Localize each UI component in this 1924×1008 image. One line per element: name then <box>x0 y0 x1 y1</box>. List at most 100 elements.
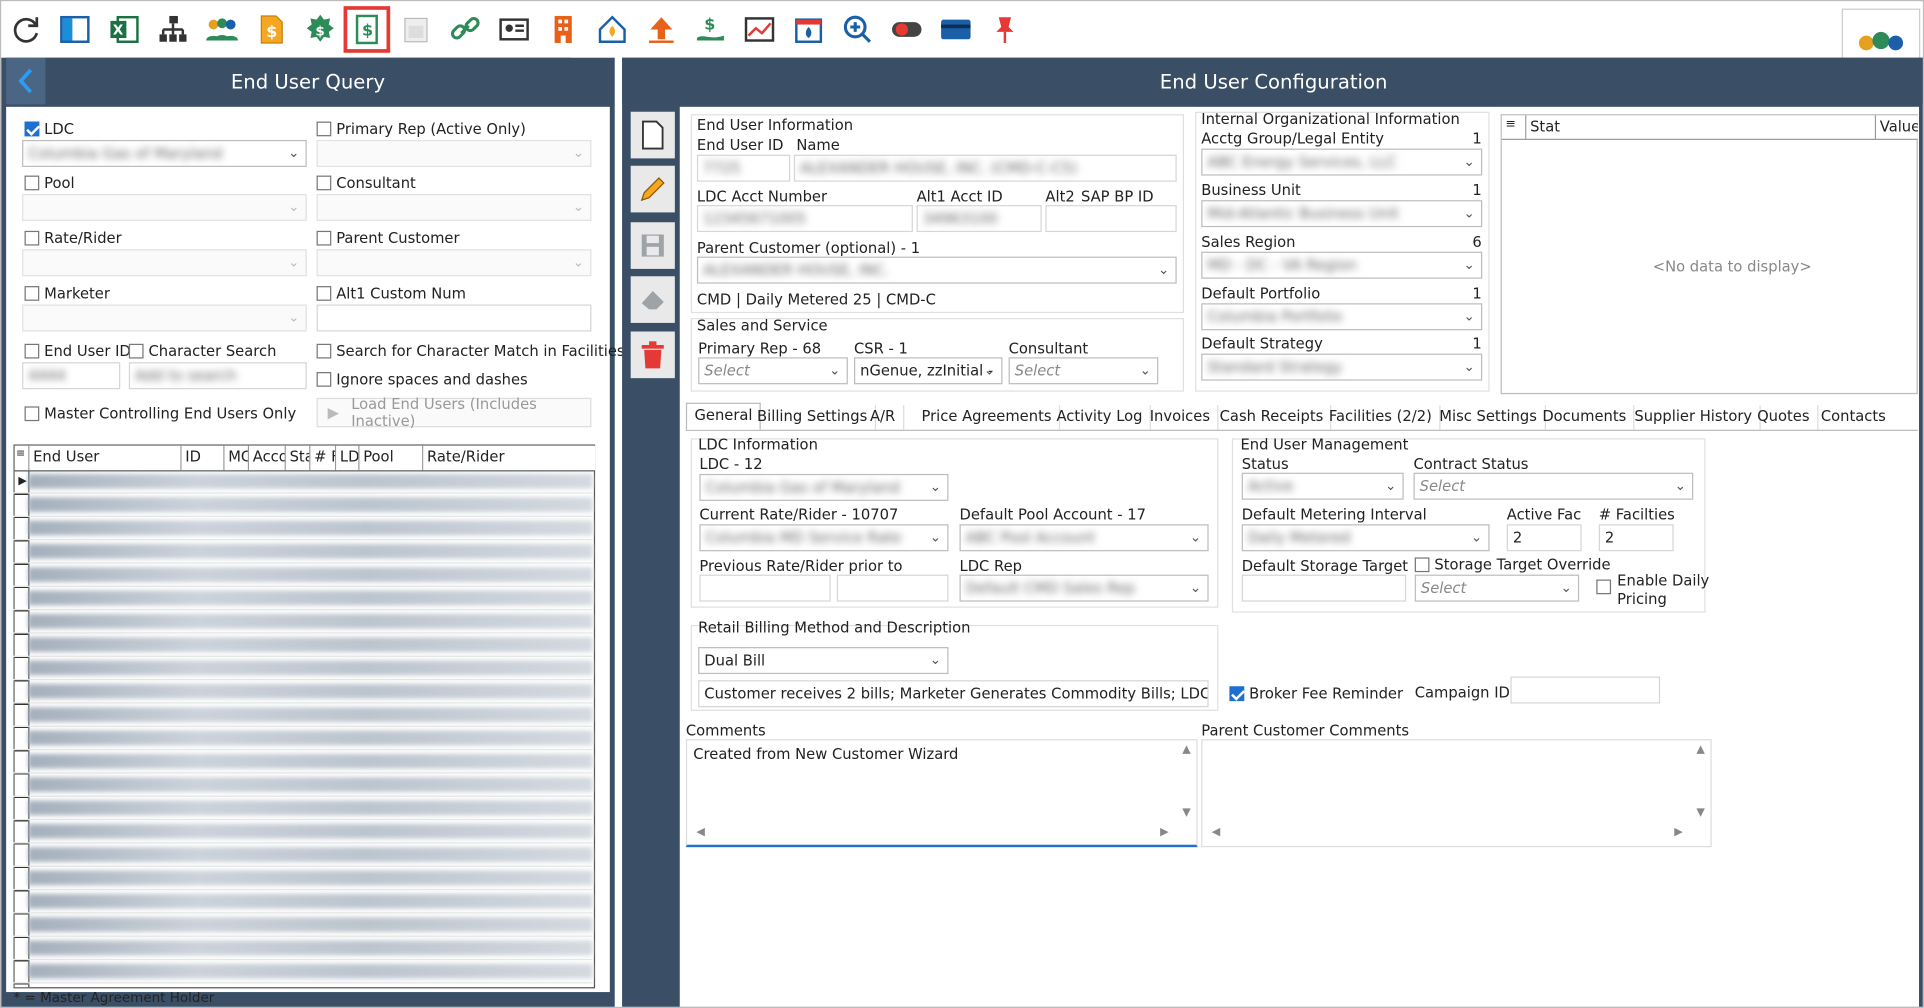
enable-daily-checkbox[interactable] <box>1596 579 1616 595</box>
load-end-users-button[interactable]: ▶ Load End Users (Includes Inactive) <box>316 395 592 430</box>
tab-billing-settings[interactable]: Billing Settings <box>750 405 876 430</box>
home-gas-icon[interactable] <box>594 11 631 48</box>
pin-icon[interactable] <box>987 11 1024 48</box>
tab-facilities[interactable]: Facilities (2/2) <box>1321 405 1441 430</box>
hierarchy-icon[interactable] <box>155 11 192 48</box>
comments-textarea[interactable]: Created from New Customer Wizard ▲ ▼ ◀ ▶ <box>685 739 1198 848</box>
table-row[interactable] <box>13 540 593 564</box>
col-facilities[interactable]: # F <box>310 445 337 471</box>
rate-rider-select[interactable]: ⌄ <box>22 249 307 277</box>
table-row[interactable] <box>13 517 593 541</box>
table-row[interactable] <box>13 774 593 797</box>
end-user-id-field[interactable]: 7725 <box>696 154 791 182</box>
name-field[interactable]: ALEXANDER HOUSE, INC. (CMD-C-C5) <box>793 154 1177 182</box>
facilities-count-field[interactable]: 2 <box>1598 524 1674 552</box>
col-end-user[interactable]: End User <box>29 445 182 471</box>
parent-customer-select[interactable]: ⌄ <box>316 249 592 277</box>
dollar-badge-icon[interactable]: $ <box>302 11 339 48</box>
parent-customer-checkbox[interactable]: Parent Customer <box>316 230 460 247</box>
table-row[interactable] <box>13 704 593 727</box>
ldc-rep-select[interactable]: Default CMD Sales Rep ⌄ <box>959 574 1209 602</box>
acctg-group-select[interactable]: ABC Energy Services, LLC ⌄ <box>1201 148 1483 176</box>
alt1-custom-checkbox[interactable]: Alt1 Custom Num <box>316 285 466 302</box>
table-row[interactable] <box>13 470 593 494</box>
ignore-spaces-checkbox[interactable]: Ignore spaces and dashes <box>316 371 528 388</box>
col-rate-rider[interactable]: Rate/Rider <box>423 445 596 471</box>
default-strategy-select[interactable]: Standard Strategy ⌄ <box>1201 353 1483 381</box>
storage-override-select[interactable]: Select ⌄ <box>1414 574 1580 602</box>
tab-price-agreements[interactable]: Price Agreements <box>914 405 1061 430</box>
grid-menu-icon[interactable]: ≡ <box>14 445 30 471</box>
storage-override-checkbox[interactable]: Storage Target Override <box>1414 556 1611 573</box>
scroll-up-icon[interactable]: ▲ <box>1178 744 1195 756</box>
previous-rate-date-field[interactable] <box>836 574 949 602</box>
character-search-checkbox[interactable]: Character Search <box>128 343 276 360</box>
col-mc[interactable]: MC <box>224 445 250 471</box>
money-hand-icon[interactable]: $ <box>692 11 729 48</box>
end-user-id-input[interactable]: 4444 <box>22 362 121 390</box>
ldc-select[interactable]: Columbia Gas of Maryland ⌄ <box>22 139 307 167</box>
toggle-icon[interactable] <box>888 11 925 48</box>
default-storage-field[interactable] <box>1241 574 1407 602</box>
col-id[interactable]: ID <box>181 445 225 471</box>
table-row[interactable] <box>13 960 593 984</box>
tab-activity-log[interactable]: Activity Log <box>1049 405 1152 430</box>
current-rate-select[interactable]: Columbia MD Service Rate ⌄ <box>699 524 949 552</box>
consultant-select[interactable]: ⌄ <box>316 193 592 222</box>
stat-grid-menu-icon[interactable]: ≡ <box>1501 115 1527 140</box>
table-row[interactable] <box>13 937 593 961</box>
new-document-icon[interactable] <box>630 111 675 159</box>
table-row[interactable] <box>13 843 593 867</box>
broker-fee-checkbox[interactable]: Broker Fee Reminder <box>1229 685 1403 702</box>
primary-rep-checkbox[interactable]: Primary Rep (Active Only) <box>316 120 526 138</box>
business-unit-select[interactable]: Mid-Atlantic Business Unit ⌄ <box>1201 200 1483 228</box>
alt1-custom-input[interactable] <box>316 304 592 332</box>
scroll-right-icon[interactable]: ▶ <box>1670 826 1687 838</box>
credit-card-icon[interactable] <box>937 11 974 48</box>
default-metering-select[interactable]: Daily Metered ⌄ <box>1241 524 1490 552</box>
table-row[interactable] <box>13 750 593 774</box>
table-row[interactable] <box>13 890 593 914</box>
edit-pencil-icon[interactable] <box>630 165 675 213</box>
pool-select[interactable]: ⌄ <box>22 193 307 222</box>
collapse-back-icon[interactable] <box>6 57 46 105</box>
group-users-icon[interactable] <box>204 11 241 48</box>
consultant-checkbox[interactable]: Consultant <box>316 174 416 192</box>
campaign-id-field[interactable] <box>1510 676 1661 704</box>
alt1-acct-field[interactable]: 34963100 <box>916 205 1042 233</box>
col-ldc[interactable]: LDC <box>336 445 360 471</box>
table-row[interactable] <box>13 610 593 634</box>
rate-rider-checkbox[interactable]: Rate/Rider <box>24 230 122 247</box>
contact-card-icon[interactable] <box>496 11 533 48</box>
sap-bp-field[interactable] <box>1045 205 1177 233</box>
tab-ar[interactable]: A/R <box>863 405 904 430</box>
table-row[interactable] <box>13 564 593 587</box>
scroll-up-icon[interactable]: ▲ <box>1692 744 1709 756</box>
upload-arrow-icon[interactable] <box>643 11 680 48</box>
dollar-document-icon[interactable]: $ <box>253 11 290 48</box>
save-icon[interactable] <box>630 222 675 269</box>
scroll-right-icon[interactable]: ▶ <box>1156 826 1173 838</box>
primary-rep-select[interactable]: Select ⌄ <box>698 357 848 385</box>
consultant-select[interactable]: Select ⌄ <box>1008 357 1159 385</box>
tab-misc-settings[interactable]: Misc Settings <box>1432 405 1546 430</box>
dollar-bill-icon[interactable]: $ <box>343 6 391 53</box>
scroll-down-icon[interactable]: ▼ <box>1178 807 1195 819</box>
table-row[interactable] <box>13 680 593 704</box>
status-select[interactable]: Active ⌄ <box>1241 472 1404 500</box>
parent-customer-select[interactable]: ALEXANDER HOUSE, INC. ⌄ <box>696 256 1177 284</box>
master-controlling-checkbox[interactable]: Master Controlling End Users Only <box>24 405 296 422</box>
layout-panel-icon[interactable] <box>56 11 93 48</box>
pool-checkbox[interactable]: Pool <box>24 174 75 192</box>
tab-quotes[interactable]: Quotes <box>1750 405 1819 430</box>
table-row[interactable] <box>13 494 593 517</box>
billing-method-select[interactable]: Dual Bill ⌄ <box>698 647 949 675</box>
sales-region-select[interactable]: MD - DC - VA Region ⌄ <box>1201 251 1483 279</box>
billing-description-field[interactable]: Customer receives 2 bills; Marketer Gene… <box>698 680 1209 708</box>
col-status[interactable]: Sta <box>285 445 311 471</box>
delete-icon[interactable] <box>630 331 675 379</box>
col-pool[interactable]: Pool <box>359 445 424 471</box>
ldc-acct-field[interactable]: 12345671005 <box>696 205 913 233</box>
calendar-disabled-icon[interactable] <box>398 11 435 48</box>
tab-supplier-history[interactable]: Supplier History <box>1627 405 1761 430</box>
